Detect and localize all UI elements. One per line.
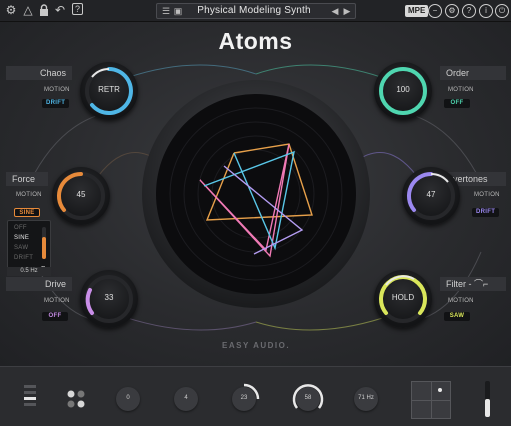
motion-option-sine[interactable]: SINE [14,235,29,241]
bottom-knob-3-value: 23 [240,395,248,401]
bottom-strip: 0 4 23 58 71 Hz [0,366,511,426]
filter-motion-label: MOTION [448,298,474,304]
overtones-knob[interactable]: 47 [402,167,460,225]
filter-knob[interactable]: HOLD [374,270,432,328]
next-preset-icon[interactable]: ▶ [341,5,353,17]
volume-slider[interactable] [485,381,490,417]
drive-knob-value: 33 [104,293,114,302]
drive-knob[interactable]: 33 [80,270,138,328]
chaos-knob-value: RETR [98,85,120,94]
motion-option-drift[interactable]: DRIFT [14,255,33,261]
filter-knob-value: HOLD [391,293,415,302]
force-knob-value: 45 [76,190,86,199]
app-title: Atoms [218,28,293,54]
bottom-knob-2-value: 4 [184,395,188,401]
drive-motion-select[interactable]: OFF [42,312,68,321]
rate-slider[interactable] [42,227,46,259]
overtones-motion-label: MOTION [474,192,500,198]
order-knob-value: 100 [396,85,410,94]
bottom-knob-2[interactable]: 4 [174,387,198,411]
minus-circle-icon[interactable]: − [428,4,442,18]
order-label: Order [440,66,506,80]
preset-list-icon[interactable]: ☰ [160,5,172,17]
preset-name[interactable]: Physical Modeling Synth [183,5,325,16]
lfo-rate-value[interactable]: 0.5 Hz [7,267,51,276]
drive-label: Drive [6,277,72,291]
order-motion-label: MOTION [448,87,474,93]
force-motion-label: MOTION [16,192,42,198]
xy-pad-handle[interactable] [438,388,442,392]
filter-motion-select[interactable]: SAW [444,312,470,321]
bottom-knob-1-value: 0 [126,395,130,401]
motion-option-saw[interactable]: SAW [14,245,28,251]
order-motion-select[interactable]: OFF [444,99,470,108]
warning-triangle-icon[interactable]: △ [21,3,35,17]
undo-arrow-icon[interactable]: ↶ [53,3,67,17]
filter-shape-icon[interactable]: ⌒⌐ [474,279,488,289]
octave-selector[interactable] [24,385,36,415]
bottom-knob-4[interactable]: 58 [292,384,324,411]
force-knob[interactable]: 45 [52,167,110,225]
force-motion-select[interactable]: SINE [14,208,40,217]
atom-visualizer [142,80,370,308]
power-circle-icon[interactable]: ⏻ [495,4,509,18]
overtones-motion-select[interactable]: DRIFT [472,208,500,217]
main-panel: Atoms Chaos MOTION DRIFT RETR Force MOTI… [0,22,511,366]
voice-pattern-icon[interactable] [66,389,86,409]
bottom-knob-5[interactable]: 71 Hz [354,387,378,411]
bottom-knob-4-value: 58 [304,395,312,401]
chaos-knob[interactable]: RETR [80,62,138,120]
filter-label-text: Filter - [446,279,474,289]
settings-gear-icon[interactable]: ⚙ [4,3,18,17]
chaos-motion-select[interactable]: DRIFT [42,99,70,108]
bottom-knob-3[interactable]: 23 [232,383,260,411]
bottom-knob-1[interactable]: 0 [116,387,140,411]
mpe-toggle[interactable]: MPE [405,5,429,17]
help-question-icon[interactable]: ? [72,3,83,15]
chaos-label: Chaos [6,66,72,80]
lock-icon[interactable] [37,3,51,17]
chaos-motion-label: MOTION [44,87,70,93]
previous-preset-icon[interactable]: ◀ [329,5,341,17]
preset-selector[interactable]: ☰ ▣ Physical Modeling Synth ◀ ▶ [156,3,356,19]
filter-label: Filter - ⌒⌐ [440,277,506,291]
motion-option-off[interactable]: OFF [14,225,27,231]
bottom-knob-5-value: 71 Hz [358,395,374,401]
info-circle-icon[interactable]: i [479,4,493,18]
brand-logo: EASY AUDIO. [222,341,291,350]
xy-pad[interactable] [411,381,451,419]
overtones-knob-value: 47 [426,190,436,199]
drive-motion-label: MOTION [44,298,70,304]
order-knob[interactable]: 100 [374,62,432,120]
question-circle-icon[interactable]: ? [462,4,476,18]
force-label: Force [6,172,48,186]
top-toolbar: ⚙ △ ↶ ? ☰ ▣ Physical Modeling Synth ◀ ▶ … [0,0,511,22]
gear-circle-icon[interactable]: ⚙ [445,4,459,18]
